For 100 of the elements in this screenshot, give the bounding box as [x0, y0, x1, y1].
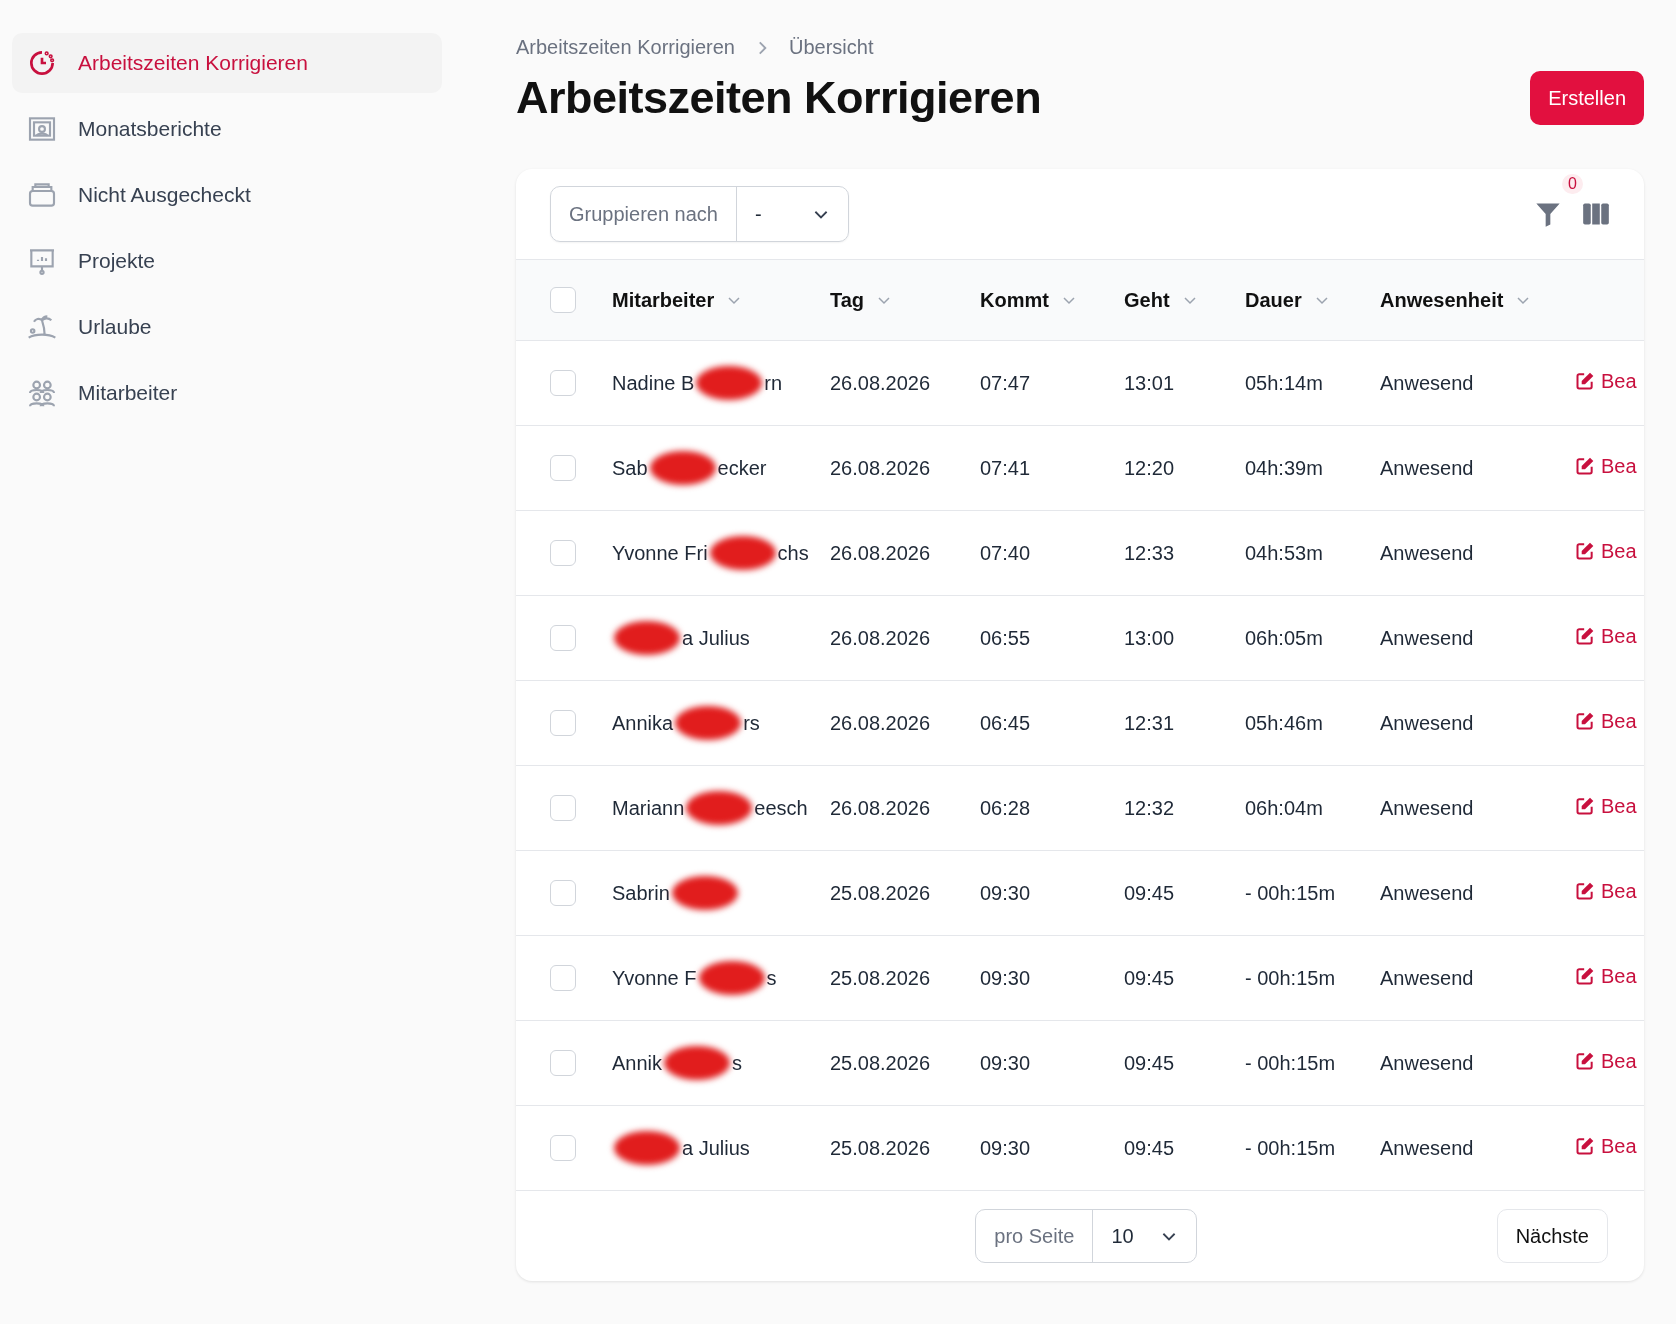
column-header[interactable]: Anwesenheit	[1380, 288, 1575, 312]
edit-icon	[1575, 966, 1595, 987]
employee-name: Annik	[612, 1051, 663, 1075]
redaction-mark	[664, 1046, 731, 1080]
edit-link[interactable]: Bea	[1575, 794, 1637, 818]
edit-link[interactable]: Bea	[1575, 1049, 1637, 1073]
row-checkbox[interactable]	[550, 795, 576, 821]
table-cell-text: 12:32	[1124, 796, 1176, 820]
table-cell-text: 13:00	[1124, 626, 1176, 650]
table-cell-text: Anwesend	[1380, 456, 1475, 480]
table-cell-text: - 00h:15m	[1245, 1136, 1337, 1160]
table-cell-text: Anwesend	[1380, 1051, 1475, 1075]
table-cell-text: 13:01	[1124, 371, 1176, 395]
table-cell-text: 09:30	[980, 966, 1032, 990]
table-cell-text: 26.08.2026	[830, 541, 932, 565]
column-header[interactable]: Tag	[830, 288, 980, 312]
edit-icon	[1575, 626, 1595, 647]
table-cell-text: Anwesend	[1380, 1136, 1475, 1160]
table-cell-text: 26.08.2026	[830, 711, 932, 735]
employee-name: a Julius	[682, 1136, 750, 1160]
per-page-select[interactable]: pro Seite 10	[975, 1209, 1197, 1263]
table-cell-text: Anwesend	[1380, 881, 1475, 905]
edit-icon	[1575, 371, 1595, 392]
table-cell-text: Anwesend	[1380, 371, 1475, 395]
redaction-mark	[698, 961, 765, 995]
table-cell-text: 26.08.2026	[830, 626, 932, 650]
edit-icon	[1575, 881, 1595, 902]
table-cell-text: - 00h:15m	[1245, 881, 1337, 905]
edit-link[interactable]: Bea	[1575, 539, 1637, 563]
employee-name: s	[732, 1051, 743, 1075]
edit-link[interactable]: Bea	[1575, 709, 1637, 733]
edit-link[interactable]: Bea	[1575, 369, 1637, 393]
redaction-mark	[675, 706, 742, 740]
table-cell-text: 09:45	[1124, 1051, 1176, 1075]
employee-name: a Julius	[682, 626, 750, 650]
edit-icon	[1575, 1051, 1595, 1072]
employee-name: Yvonne F	[612, 966, 697, 990]
table-cell-text: 09:30	[980, 881, 1032, 905]
table-cell-text: 09:45	[1124, 1136, 1176, 1160]
row-checkbox[interactable]	[550, 455, 576, 481]
sidebar-item[interactable]: Mitarbeiter	[12, 363, 442, 423]
sidebar-item[interactable]: Nicht Ausgecheckt	[12, 165, 442, 225]
table-cell-text: Anwesend	[1380, 626, 1475, 650]
table-cell-text: 25.08.2026	[830, 881, 932, 905]
table-cell-text: 12:20	[1124, 456, 1176, 480]
row-checkbox[interactable]	[550, 1135, 576, 1161]
employee-name: eesch	[754, 796, 808, 820]
table-cell-text: 09:30	[980, 1136, 1032, 1160]
column-header[interactable]: Dauer	[1245, 288, 1380, 312]
table-cell-text: 09:45	[1124, 881, 1176, 905]
select-all-checkbox[interactable]	[550, 287, 576, 313]
table-cell-text: - 00h:15m	[1245, 1051, 1337, 1075]
edit-link[interactable]: Bea	[1575, 1134, 1637, 1158]
edit-link[interactable]: Bea	[1575, 879, 1637, 903]
edit-icon	[1575, 1136, 1595, 1157]
column-header[interactable]: Mitarbeiter	[612, 288, 830, 312]
table-cell-text: 09:45	[1124, 966, 1176, 990]
sidebar-item[interactable]: Arbeitszeiten Korrigieren	[12, 33, 442, 93]
employee-name: Mariann	[612, 796, 685, 820]
employee-name: Sab	[612, 456, 648, 480]
employee-name: rn	[764, 371, 783, 395]
row-checkbox[interactable]	[550, 965, 576, 991]
employee-name: s	[766, 966, 777, 990]
edit-icon	[1575, 456, 1595, 477]
edit-icon	[1575, 796, 1595, 817]
employee-name: chs	[777, 541, 809, 565]
create-button[interactable]: Erstellen	[1530, 71, 1644, 125]
redaction-mark	[686, 791, 753, 825]
table-cell-text: Anwesend	[1380, 966, 1475, 990]
employee-name: ecker	[717, 456, 767, 480]
table-cell-text: 06:28	[980, 796, 1032, 820]
table-cell-text: 25.08.2026	[830, 1051, 932, 1075]
row-checkbox[interactable]	[550, 710, 576, 736]
row-checkbox[interactable]	[550, 1050, 576, 1076]
row-checkbox[interactable]	[550, 370, 576, 396]
table-cell-text: 26.08.2026	[830, 456, 932, 480]
table-cell-text: Anwesend	[1380, 796, 1475, 820]
row-checkbox[interactable]	[550, 880, 576, 906]
table-cell-text: 06h:04m	[1245, 796, 1324, 820]
row-checkbox[interactable]	[550, 540, 576, 566]
edit-link[interactable]: Bea	[1575, 454, 1637, 478]
breadcrumb-link[interactable]: Arbeitszeiten Korrigieren	[516, 36, 735, 59]
employee-name: Sabrin	[612, 881, 670, 905]
sidebar-item[interactable]: Urlaube	[12, 297, 442, 357]
edit-link[interactable]: Bea	[1575, 624, 1637, 648]
redaction-mark	[671, 876, 738, 910]
table-cell-text: 05h:14m	[1245, 371, 1324, 395]
column-header[interactable]: Kommt	[980, 288, 1124, 312]
row-checkbox[interactable]	[550, 625, 576, 651]
sidebar-item[interactable]: Projekte	[12, 231, 442, 291]
sidebar-item[interactable]: Monatsberichte	[12, 99, 442, 159]
group-by-select[interactable]: Gruppieren nach -	[550, 186, 849, 242]
table-cell-text: 04h:53m	[1245, 541, 1324, 565]
table-cell-text: 26.08.2026	[830, 371, 932, 395]
next-page-button[interactable]: Nächste	[1496, 1209, 1608, 1263]
redaction-mark	[614, 621, 680, 655]
column-header[interactable]: Geht	[1124, 288, 1245, 312]
edit-link[interactable]: Bea	[1575, 964, 1637, 988]
table-cell-text: - 00h:15m	[1245, 966, 1337, 990]
table-cell-text: 26.08.2026	[830, 796, 932, 820]
